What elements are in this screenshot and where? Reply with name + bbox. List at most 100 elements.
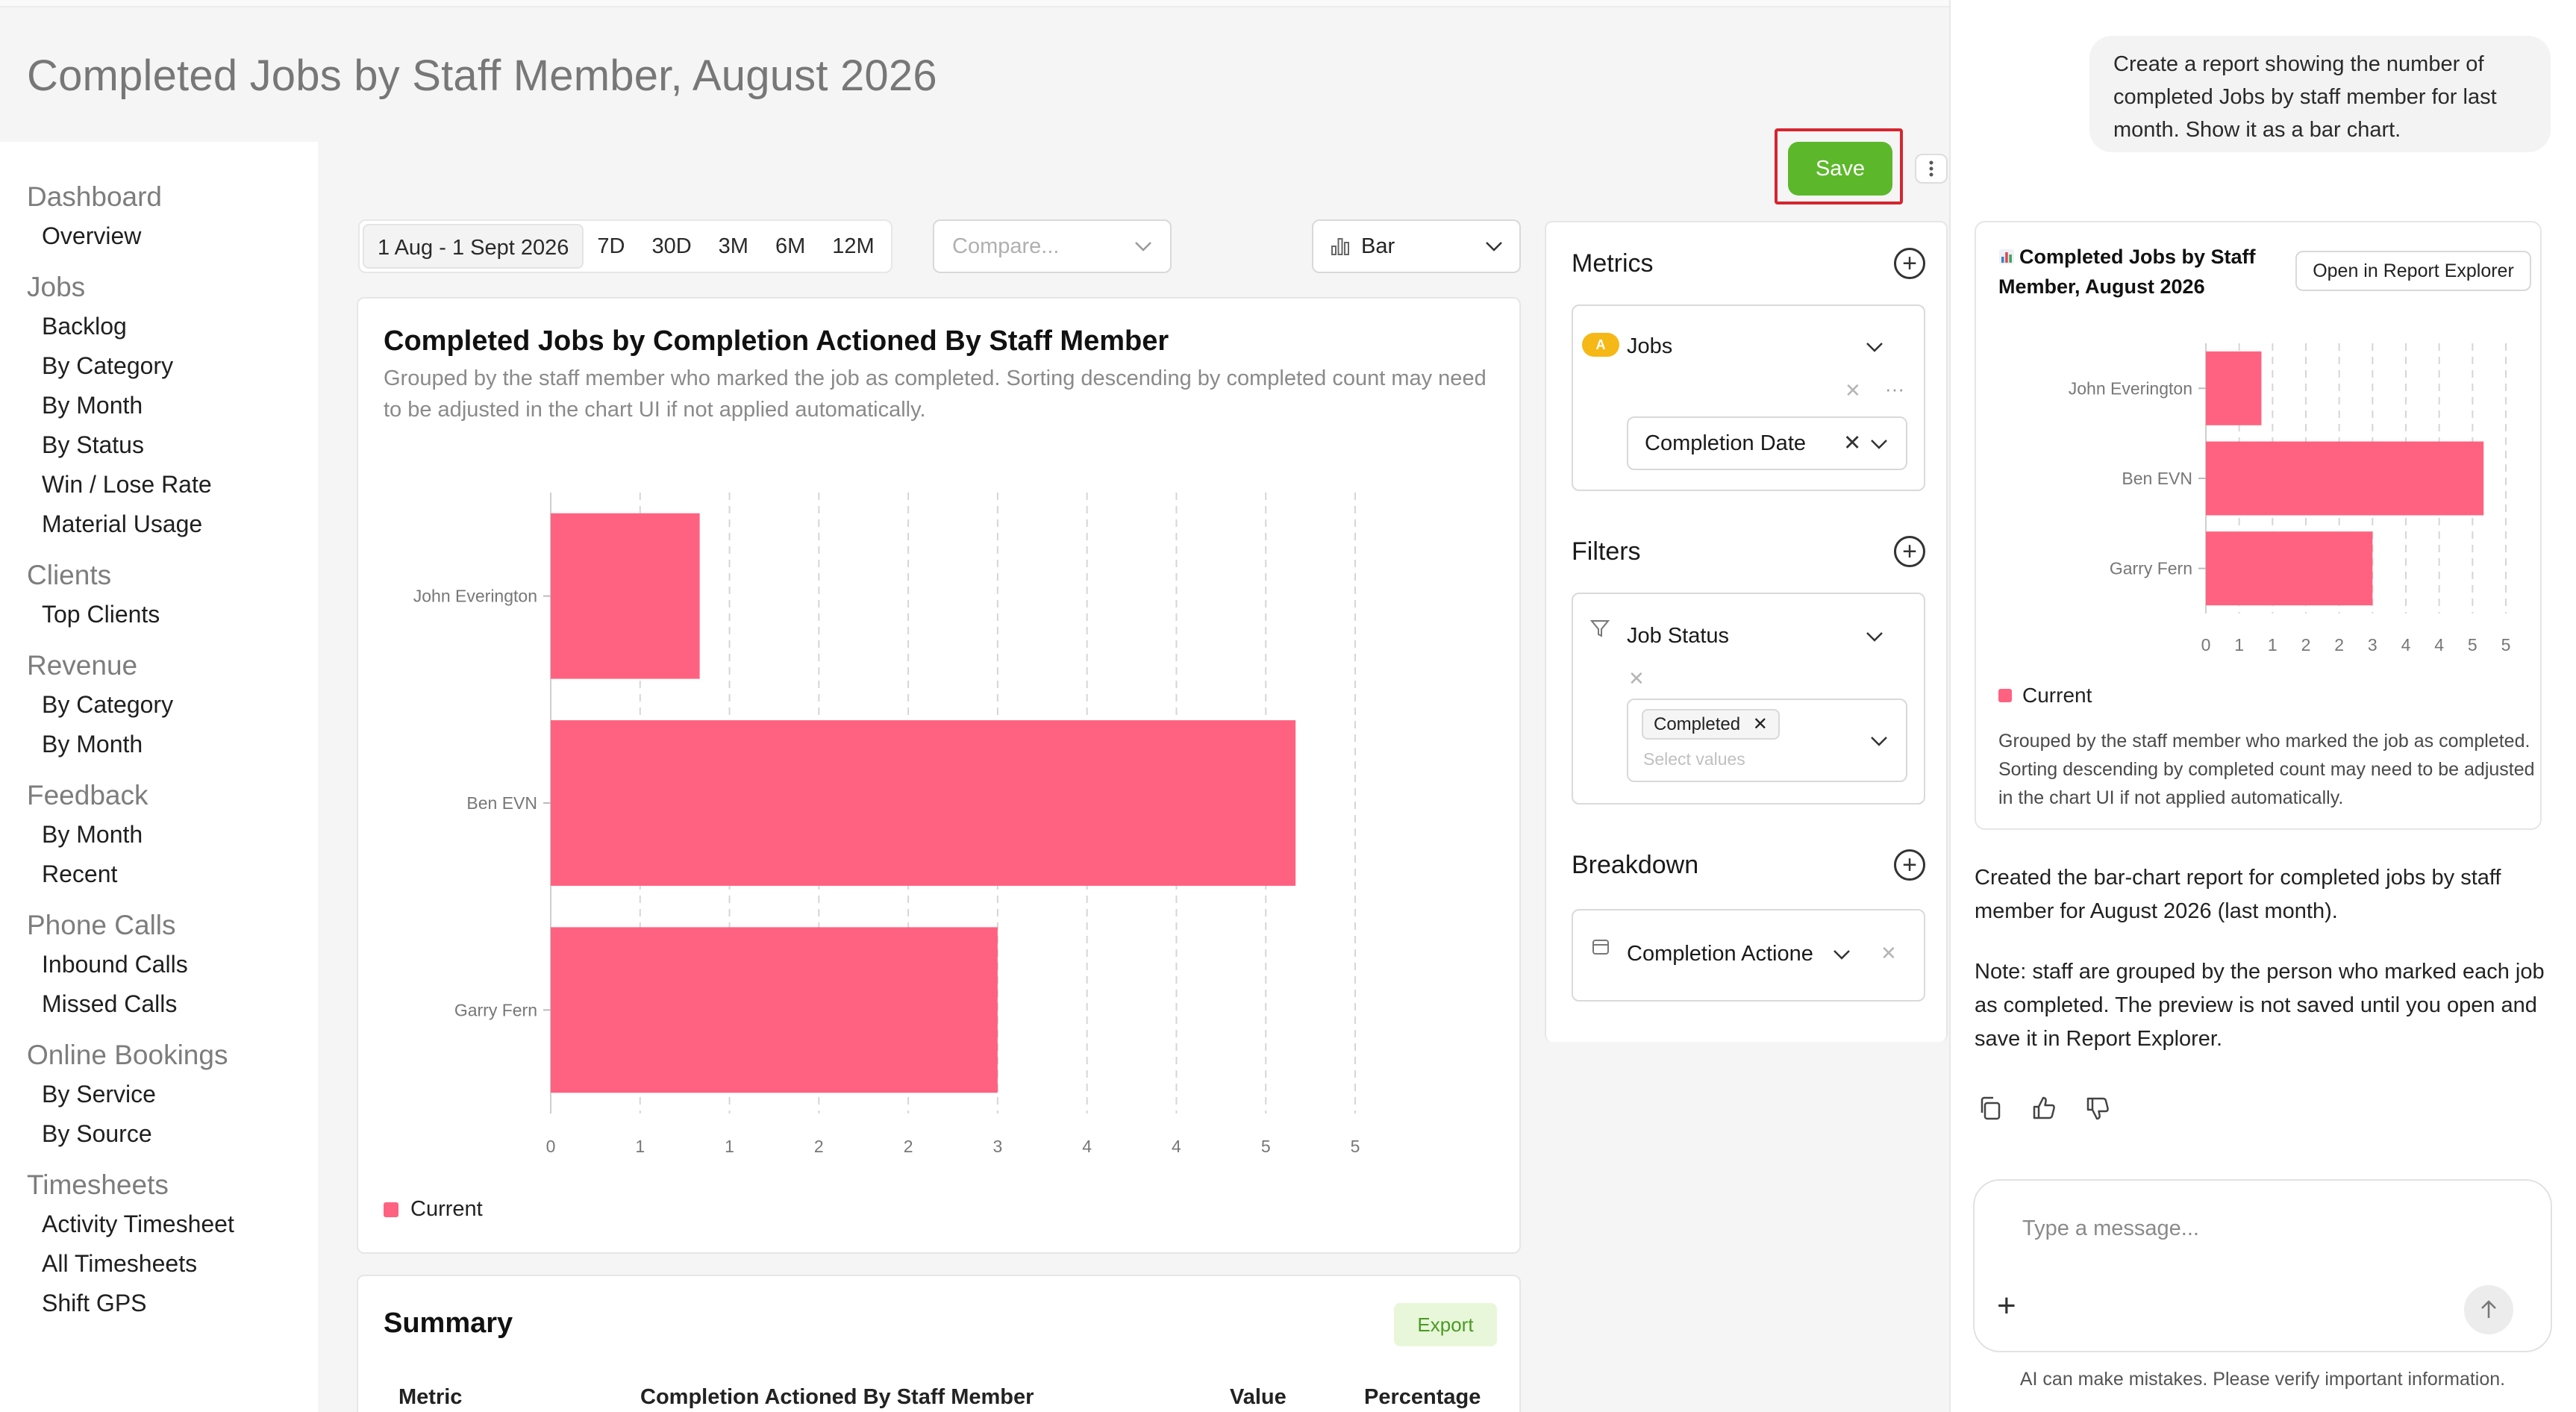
thumbs-down-icon[interactable] xyxy=(2081,1091,2115,1125)
category-label: Ben EVN xyxy=(2122,469,2192,488)
sidebar-item[interactable]: Win / Lose Rate xyxy=(27,465,318,504)
range-custom-button[interactable]: 1 Aug - 1 Sept 2026 xyxy=(363,224,584,269)
plus-icon: + xyxy=(1902,537,1917,566)
chevron-down-icon[interactable] xyxy=(1866,631,1883,642)
summary-col-metric: Metric xyxy=(398,1385,463,1409)
sidebar-item[interactable]: By Status xyxy=(27,425,318,465)
date-range-selector: 1 Aug - 1 Sept 2026 7D 30D 3M 6M 12M xyxy=(358,219,892,273)
breakdown-field-label: Completion Actione xyxy=(1627,942,1813,966)
chevron-down-icon[interactable] xyxy=(1866,342,1883,352)
range-12m-button[interactable]: 12M xyxy=(819,224,887,269)
page-title: Completed Jobs by Staff Member, August 2… xyxy=(27,51,937,100)
range-3m-button[interactable]: 3M xyxy=(705,224,762,269)
range-7d-button[interactable]: 7D xyxy=(584,224,638,269)
preview-legend: Current xyxy=(1998,684,2092,707)
range-30d-button[interactable]: 30D xyxy=(638,224,704,269)
x-tick-label: 2 xyxy=(904,1137,913,1156)
attach-plus-icon[interactable]: + xyxy=(1997,1290,2016,1322)
chat-input-placeholder: Type a message... xyxy=(2022,1216,2199,1240)
filter-box: Job Status ✕ Completed ✕ Select values xyxy=(1572,593,1925,805)
nav-heading[interactable]: Revenue xyxy=(27,646,318,685)
x-tick-label: 5 xyxy=(2468,635,2477,655)
metric-options-icon[interactable]: ··· xyxy=(1885,378,1904,401)
sidebar-item[interactable]: By Service xyxy=(27,1075,318,1114)
chart-type-label: Bar xyxy=(1361,234,1395,258)
sidebar-item[interactable]: By Category xyxy=(27,685,318,725)
bar xyxy=(2206,441,2484,516)
sidebar-item[interactable]: Missed Calls xyxy=(27,984,318,1024)
send-button[interactable] xyxy=(2464,1285,2513,1334)
preview-legend-label: Current xyxy=(2022,684,2092,707)
x-tick-label: 3 xyxy=(992,1137,1002,1156)
summary-title: Summary xyxy=(384,1308,513,1339)
ai-disclaimer: AI can make mistakes. Please verify impo… xyxy=(2019,1369,2506,1390)
nav-heading[interactable]: Dashboard xyxy=(27,178,318,216)
export-button[interactable]: Export xyxy=(1394,1303,1497,1346)
summary-col-value: Value xyxy=(1230,1385,1287,1409)
filter-values-select[interactable]: Completed ✕ Select values xyxy=(1627,699,1907,782)
sidebar-item[interactable]: By Month xyxy=(27,386,318,425)
chevron-down-icon[interactable] xyxy=(1833,949,1851,960)
sidebar-item[interactable]: Recent xyxy=(27,855,318,894)
nav-heading[interactable]: Online Bookings xyxy=(27,1036,318,1075)
remove-breakdown-icon[interactable]: ✕ xyxy=(1881,942,1897,965)
sidebar-item[interactable]: By Source xyxy=(27,1114,318,1154)
bar xyxy=(551,513,700,679)
sidebar-item[interactable]: Top Clients xyxy=(27,595,318,634)
x-tick-label: 1 xyxy=(2268,635,2278,655)
sidebar-item[interactable]: Activity Timesheet xyxy=(27,1205,318,1244)
sidebar-item[interactable]: By Month xyxy=(27,815,318,855)
nav-group: Phone Calls Inbound Calls Missed Calls xyxy=(27,906,318,1024)
filter-icon xyxy=(1589,620,1610,637)
compare-select[interactable]: Compare... xyxy=(933,219,1172,273)
metrics-title: Metrics xyxy=(1572,249,1654,278)
nav-heading[interactable]: Clients xyxy=(27,556,318,595)
x-tick-label: 1 xyxy=(2234,635,2244,655)
x-tick-label: 4 xyxy=(1082,1137,1092,1156)
add-breakdown-button[interactable]: + xyxy=(1894,849,1925,881)
sidebar-item[interactable]: By Category xyxy=(27,346,318,386)
sidebar-item[interactable]: Overview xyxy=(27,216,318,256)
breakdown-title: Breakdown xyxy=(1572,851,1699,879)
legend-swatch xyxy=(384,1202,398,1217)
compare-placeholder: Compare... xyxy=(952,234,1060,258)
clear-date-field-icon[interactable]: ✕ xyxy=(1843,430,1861,456)
chart-type-select[interactable]: Bar xyxy=(1312,219,1521,273)
nav-group: Revenue By Category By Month xyxy=(27,646,318,764)
add-filter-button[interactable]: + xyxy=(1894,536,1925,567)
remove-filter-icon[interactable]: ✕ xyxy=(1628,667,1645,690)
sidebar-item[interactable]: Inbound Calls xyxy=(27,945,318,984)
x-tick-label: 1 xyxy=(635,1137,645,1156)
category-label: John Everington xyxy=(413,587,537,606)
range-6m-button[interactable]: 6M xyxy=(762,224,819,269)
nav-heading[interactable]: Jobs xyxy=(27,268,318,307)
copy-icon[interactable] xyxy=(1973,1091,2007,1125)
sidebar-item[interactable]: Material Usage xyxy=(27,504,318,544)
chat-input[interactable]: Type a message... + xyxy=(1973,1179,2552,1352)
thumbs-up-icon[interactable] xyxy=(2027,1091,2061,1125)
remove-tag-icon[interactable]: ✕ xyxy=(1753,714,1768,734)
save-button[interactable]: Save xyxy=(1788,142,1892,196)
date-field-select[interactable]: Completion Date ✕ xyxy=(1627,416,1907,470)
nav-heading[interactable]: Timesheets xyxy=(27,1166,318,1205)
x-tick-label: 5 xyxy=(1261,1137,1271,1156)
chevron-down-icon xyxy=(1135,242,1151,252)
sidebar-item[interactable]: By Month xyxy=(27,725,318,764)
add-metric-button[interactable]: + xyxy=(1894,248,1925,279)
more-options-button[interactable] xyxy=(1915,154,1948,184)
x-tick-label: 2 xyxy=(2334,635,2344,655)
arrow-up-icon xyxy=(2481,1300,2496,1318)
preview-bar-chart: 0 1 1 2 2 3 4 4 5 5 John Everington Ben EVN Garry Fe… xyxy=(2069,343,2510,655)
database-icon xyxy=(1592,940,1609,955)
sidebar-item[interactable]: All Timesheets xyxy=(27,1244,318,1284)
x-tick-label: 0 xyxy=(2201,635,2211,655)
nav-heading[interactable]: Feedback xyxy=(27,776,318,815)
metric-box: A Jobs ✕ ··· Completion Date ✕ xyxy=(1572,304,1925,491)
x-tick-label: 2 xyxy=(2301,635,2311,655)
x-tick-label: 2 xyxy=(814,1137,824,1156)
remove-metric-icon[interactable]: ✕ xyxy=(1845,379,1861,402)
nav-heading[interactable]: Phone Calls xyxy=(27,906,318,945)
sidebar-item[interactable]: Shift GPS xyxy=(27,1284,318,1323)
sidebar-item[interactable]: Backlog xyxy=(27,307,318,346)
chart-legend: Current xyxy=(384,1197,483,1222)
